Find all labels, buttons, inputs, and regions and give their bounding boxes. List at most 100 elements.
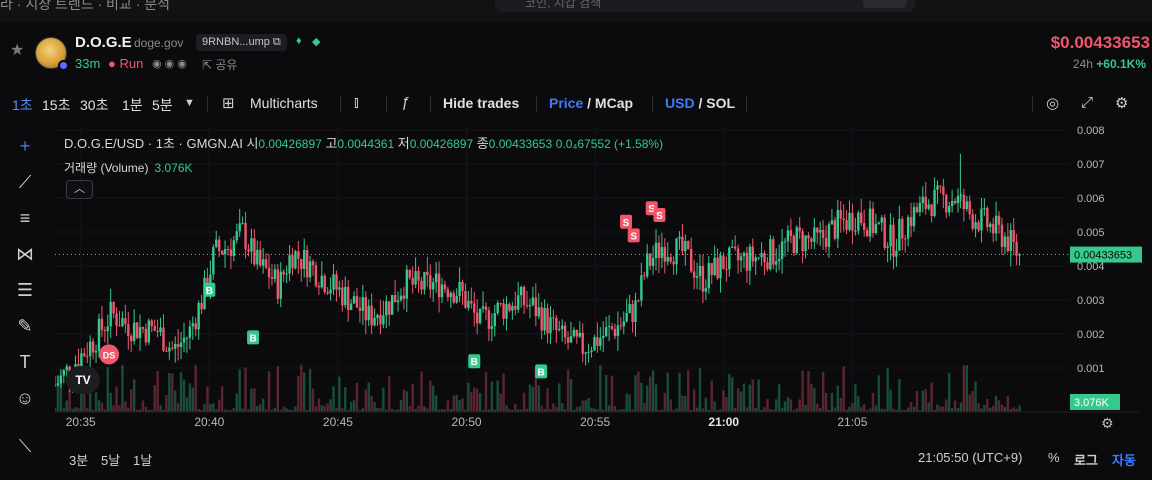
- volume-bar: [634, 375, 637, 412]
- fullscreen-icon[interactable]: ⤢: [1081, 94, 1093, 111]
- token-domain-link[interactable]: doge.gov: [134, 36, 183, 50]
- volume-bar: [833, 407, 837, 412]
- volume-bar: [558, 383, 561, 412]
- candle-body: [493, 313, 496, 327]
- candle-body: [704, 288, 708, 292]
- collapse-legend-button[interactable]: ︿: [66, 180, 93, 199]
- pattern-icon[interactable]: ⋈: [12, 242, 38, 266]
- volume-bar: [713, 401, 716, 412]
- add-chart-icon[interactable]: ⊞: [222, 94, 235, 112]
- timeframe-dropdown-icon[interactable]: ▼: [184, 97, 195, 109]
- search-input[interactable]: 코인, 지갑 검색: [495, 0, 915, 12]
- price-option[interactable]: Price: [549, 95, 583, 111]
- volume-bar: [783, 401, 787, 412]
- legend-low-label: 저: [397, 136, 410, 151]
- volume-bar: [256, 405, 259, 412]
- volume-bar: [871, 392, 875, 412]
- timeframe-5m[interactable]: 5분: [152, 95, 173, 115]
- candle-body: [555, 317, 558, 331]
- candle-body: [511, 305, 514, 311]
- candle-body: [408, 269, 411, 278]
- volume-bar: [59, 383, 63, 412]
- volume-bar: [947, 372, 951, 412]
- range-3m[interactable]: 3분: [69, 450, 88, 469]
- text-tool-icon[interactable]: T: [12, 350, 38, 374]
- fib-levels-icon[interactable]: ☰: [12, 278, 38, 302]
- volume-bar: [168, 372, 171, 412]
- candle-body: [909, 217, 913, 227]
- share-button[interactable]: ⇱ 공유: [202, 56, 237, 73]
- candle-body: [930, 204, 933, 216]
- candle-body: [950, 200, 954, 207]
- volume-bar: [930, 382, 933, 412]
- candle-body: [939, 185, 942, 187]
- range-5d[interactable]: 5날: [101, 450, 120, 469]
- camera-icon[interactable]: ◎: [1046, 94, 1059, 112]
- candle-body: [566, 337, 570, 343]
- candle-body: [94, 350, 98, 353]
- y-tick-label: 0.007: [1077, 159, 1105, 171]
- candle-body: [707, 263, 710, 289]
- trend-line-icon[interactable]: ⟋: [12, 170, 38, 194]
- volume-bar: [991, 405, 995, 412]
- hide-trades-button[interactable]: Hide trades: [443, 95, 519, 111]
- search-shortcut-button[interactable]: [863, 0, 907, 8]
- candle-body: [144, 328, 148, 343]
- candle-body: [276, 269, 280, 299]
- timeframe-1s[interactable]: 1초: [12, 95, 33, 115]
- candle-body: [270, 277, 274, 279]
- tradingview-logo[interactable]: TV: [66, 366, 100, 394]
- volume-bar: [188, 383, 192, 412]
- timeframe-15s[interactable]: 15초: [42, 95, 70, 115]
- volume-bar: [420, 371, 423, 412]
- settings-gear-icon[interactable]: ⚙: [1115, 94, 1128, 112]
- candle-body: [901, 218, 904, 239]
- volume-bar: [74, 407, 77, 412]
- volume-bar: [432, 385, 435, 412]
- sol-option[interactable]: SOL: [706, 95, 735, 111]
- candle-body: [423, 271, 426, 290]
- timeframe-30s[interactable]: 30초: [80, 95, 108, 115]
- candle-body: [593, 337, 596, 351]
- brush-icon[interactable]: ✎: [12, 314, 38, 338]
- volume-bar: [62, 408, 65, 412]
- volume-bar: [171, 373, 174, 412]
- trade-marker-label: S: [656, 211, 663, 222]
- percent-scale-toggle[interactable]: %: [1048, 450, 1060, 465]
- crosshair-icon[interactable]: +: [12, 134, 38, 158]
- multicharts-button[interactable]: Multicharts: [250, 95, 318, 111]
- volume-bar: [854, 384, 857, 412]
- candle-body: [253, 238, 256, 265]
- price-mcap-toggle[interactable]: Price / MCap: [549, 95, 633, 111]
- chart-canvas[interactable]: 0.008 0.007 0.006 0.005 0.004 0.003 0.002 0.001…: [55, 122, 1152, 440]
- volume-bar: [748, 384, 752, 412]
- volume-bar: [666, 372, 669, 412]
- mcap-option[interactable]: MCap: [595, 95, 633, 111]
- social-icons[interactable]: ◉◉◉: [152, 57, 190, 70]
- candle-body: [728, 247, 731, 270]
- candle-body: [904, 238, 907, 240]
- candle-body: [103, 330, 107, 332]
- trade-marker-label: S: [623, 218, 630, 229]
- candle-body: [739, 256, 743, 261]
- horizontal-lines-icon[interactable]: ≡: [12, 206, 38, 230]
- emoji-icon[interactable]: ☺: [12, 386, 38, 410]
- clock-time[interactable]: 21:05:50 (UTC+9): [918, 450, 1022, 465]
- indicators-icon[interactable]: ƒ: [401, 94, 409, 111]
- auto-scale-toggle[interactable]: 자동: [1112, 450, 1136, 469]
- candle-type-icon[interactable]: ⫾: [354, 94, 359, 111]
- volume-bar: [798, 399, 801, 412]
- range-1d[interactable]: 1날: [133, 450, 152, 469]
- currency-toggle[interactable]: USD / SOL: [665, 95, 735, 111]
- candle-body: [162, 327, 165, 351]
- star-icon[interactable]: ★: [10, 43, 26, 59]
- axis-settings-icon[interactable]: ⚙: [1101, 415, 1114, 432]
- timeframe-1m[interactable]: 1분: [122, 95, 143, 115]
- price-chart[interactable]: 0.008 0.007 0.006 0.005 0.004 0.003 0.002 0.001…: [55, 122, 1152, 440]
- candle-body: [308, 261, 312, 278]
- candle-body: [109, 301, 112, 327]
- log-scale-toggle[interactable]: 로그: [1074, 450, 1098, 469]
- volume-bar: [678, 372, 681, 412]
- contract-address-copy[interactable]: 9RNBN...ump ⧉: [196, 34, 287, 51]
- usd-option[interactable]: USD: [665, 95, 695, 111]
